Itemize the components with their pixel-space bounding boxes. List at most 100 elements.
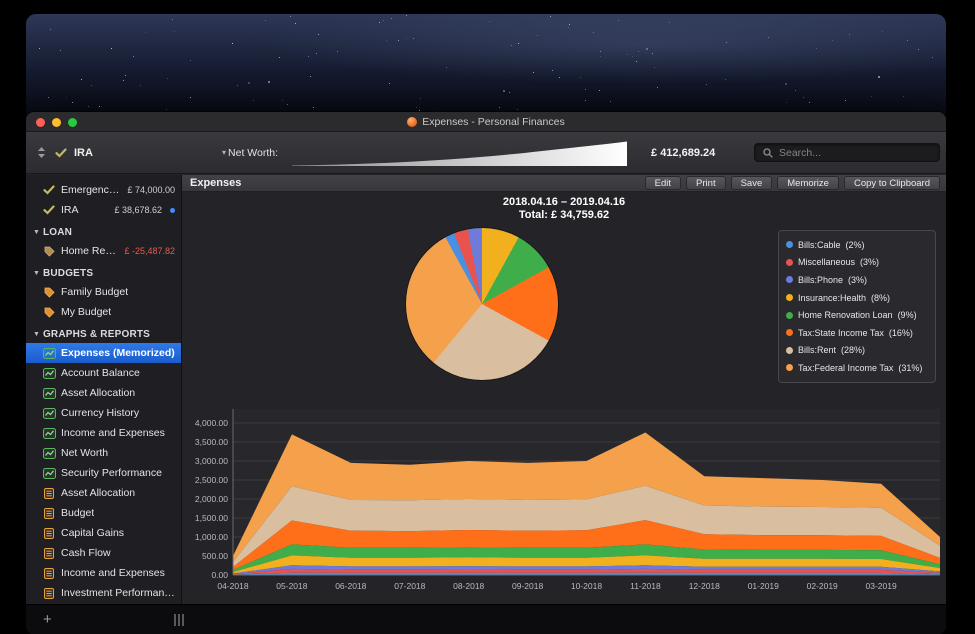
graph-icon [42, 428, 56, 439]
sidebar-item-family-budget[interactable]: Family Budget [26, 282, 181, 302]
sidebar-item-label: Expenses (Memorized) [61, 347, 175, 359]
report-total-label: Total: [519, 209, 548, 221]
window-content: Emergency Fu...£ 74,000.00 IRA £ 38,678.62… [26, 175, 946, 604]
traffic-lights [36, 118, 77, 127]
svg-text:1,500.00: 1,500.00 [195, 513, 228, 523]
sidebar-item-cash-flow[interactable]: Cash Flow [26, 543, 181, 563]
legend-item: Tax:State Income Tax(16%) [786, 324, 928, 342]
section-label: BUDGETS [43, 268, 93, 279]
legend-percent: (16%) [889, 328, 913, 338]
legend-color-dot [786, 347, 793, 354]
legend-item: Bills:Phone(3%) [786, 271, 928, 289]
report-total: Total: £ 34,759.62 [182, 209, 946, 221]
minimize-window-button[interactable] [52, 118, 61, 127]
legend-item: Insurance:Health (8%) [786, 289, 928, 307]
sidebar-item-investment-performance[interactable]: Investment Performance [26, 583, 181, 603]
sidebar-section-loan[interactable]: ▼LOAN [26, 220, 181, 241]
zoom-window-button[interactable] [68, 118, 77, 127]
sidebar-item-capital-gains[interactable]: Capital Gains [26, 523, 181, 543]
section-label: GRAPHS & REPORTS [43, 329, 150, 340]
edit-button[interactable]: Edit [645, 176, 681, 190]
svg-text:2,500.00: 2,500.00 [195, 475, 228, 485]
legend-item: Home Renovation Loan(9%) [786, 306, 928, 324]
legend-percent: (2%) [846, 240, 865, 250]
report-icon [42, 548, 56, 559]
sidebar-item-label: Emergency Fu... [61, 184, 122, 196]
sidebar-section-budgets[interactable]: ▼BUDGETS [26, 261, 181, 282]
expenses-pie-chart [406, 228, 558, 380]
close-window-button[interactable] [36, 118, 45, 127]
sidebar-item-budget[interactable]: Budget [26, 503, 181, 523]
legend-color-dot [786, 241, 793, 248]
search-input[interactable] [779, 147, 933, 159]
sidebar-item-asset-allocation[interactable]: Asset Allocation [26, 483, 181, 503]
budget-tag-icon [42, 307, 56, 318]
sidebar-item-asset-allocation[interactable]: Asset Allocation [26, 383, 181, 403]
sidebar-section-graphs-reports[interactable]: ▼GRAPHS & REPORTS [26, 322, 181, 343]
legend-label: Bills:Cable [798, 240, 841, 250]
sidebar-item-currency-history[interactable]: Currency History [26, 403, 181, 423]
legend-color-dot [786, 312, 793, 319]
sidebar-item-income-and-expenses[interactable]: Income and Expenses [26, 563, 181, 583]
sidebar-item-ira[interactable]: IRA £ 38,678.62 [26, 200, 181, 220]
sidebar-item-label: Currency History [61, 407, 139, 419]
svg-text:03-2019: 03-2019 [865, 581, 896, 591]
copy-to-clipboard-button[interactable]: Copy to Clipboard [844, 176, 940, 190]
svg-text:06-2018: 06-2018 [335, 581, 366, 591]
chevron-down-icon: ▾ [222, 148, 226, 157]
save-button[interactable]: Save [731, 176, 773, 190]
sidebar-item-label: Security Performance [61, 467, 162, 479]
account-selector-label: IRA [74, 147, 93, 159]
window-title-area: Expenses - Personal Finances [407, 116, 564, 128]
legend-label: Insurance:Health [798, 293, 866, 303]
sidebar-item-income-and-expenses[interactable]: Income and Expenses [26, 423, 181, 443]
sidebar-item-account-balance[interactable]: Account Balance [26, 363, 181, 383]
add-button[interactable]: + [43, 612, 52, 627]
sidebar-item-label: Income and Expenses [61, 427, 165, 439]
desktop-wallpaper [26, 14, 946, 120]
svg-text:11-2018: 11-2018 [630, 581, 661, 591]
svg-text:4,000.00: 4,000.00 [195, 418, 228, 428]
sidebar-item-security-performance[interactable]: Security Performance [26, 463, 181, 483]
titlebar[interactable]: Expenses - Personal Finances [26, 112, 946, 132]
account-balance: £ 38,678.62 [114, 205, 162, 215]
svg-text:04-2018: 04-2018 [217, 581, 248, 591]
report-title: Expenses [190, 177, 241, 189]
graph-icon [42, 348, 56, 359]
disclosure-triangle-icon: ▼ [33, 228, 40, 239]
account-selector[interactable]: IRA [34, 147, 222, 159]
memorize-button[interactable]: Memorize [777, 176, 839, 190]
sidebar-item-label: Net Worth [61, 447, 108, 459]
networth-dropdown[interactable]: ▾ Net Worth: [222, 147, 278, 159]
sidebar-item-label: Asset Allocation [61, 487, 135, 499]
check-icon [54, 148, 68, 158]
account-balance: £ -25,487.82 [124, 246, 175, 256]
search-field[interactable] [754, 143, 940, 162]
report-icon [42, 528, 56, 539]
sidebar-item-label: IRA [61, 204, 79, 216]
legend-percent: (3%) [848, 275, 867, 285]
sidebar-item-home-renova[interactable]: Home Renova... £ -25,487.82 [26, 241, 181, 261]
legend-label: Bills:Rent [798, 345, 836, 355]
sidebar-item-emergency-fu[interactable]: Emergency Fu...£ 74,000.00 [26, 180, 181, 200]
report-icon [42, 568, 56, 579]
search-icon [761, 148, 775, 158]
svg-text:0.00: 0.00 [211, 570, 228, 580]
sidebar-item-label: Family Budget [61, 286, 128, 298]
legend-label: Miscellaneous [798, 257, 855, 267]
legend-label: Tax:Federal Income Tax [798, 363, 893, 373]
sidebar-item-label: Budget [61, 507, 94, 519]
sidebar-item-expenses-memorized[interactable]: Expenses (Memorized) [26, 343, 181, 363]
print-button[interactable]: Print [686, 176, 726, 190]
legend-percent: (8%) [871, 293, 890, 303]
check-icon [42, 205, 56, 215]
report-actions: Edit Print Save Memorize Copy to Clipboard [645, 176, 940, 190]
sidebar-item-my-budget[interactable]: My Budget [26, 302, 181, 322]
sidebar-resize-handle[interactable] [174, 614, 184, 626]
graph-icon [42, 408, 56, 419]
toolbar: IRA ▾ Net Worth: £ 412,689.24 [26, 132, 946, 174]
sidebar-item-label: Home Renova... [61, 245, 119, 257]
legend-color-dot [786, 329, 793, 336]
svg-text:3,500.00: 3,500.00 [195, 437, 228, 447]
sidebar-item-net-worth[interactable]: Net Worth [26, 443, 181, 463]
